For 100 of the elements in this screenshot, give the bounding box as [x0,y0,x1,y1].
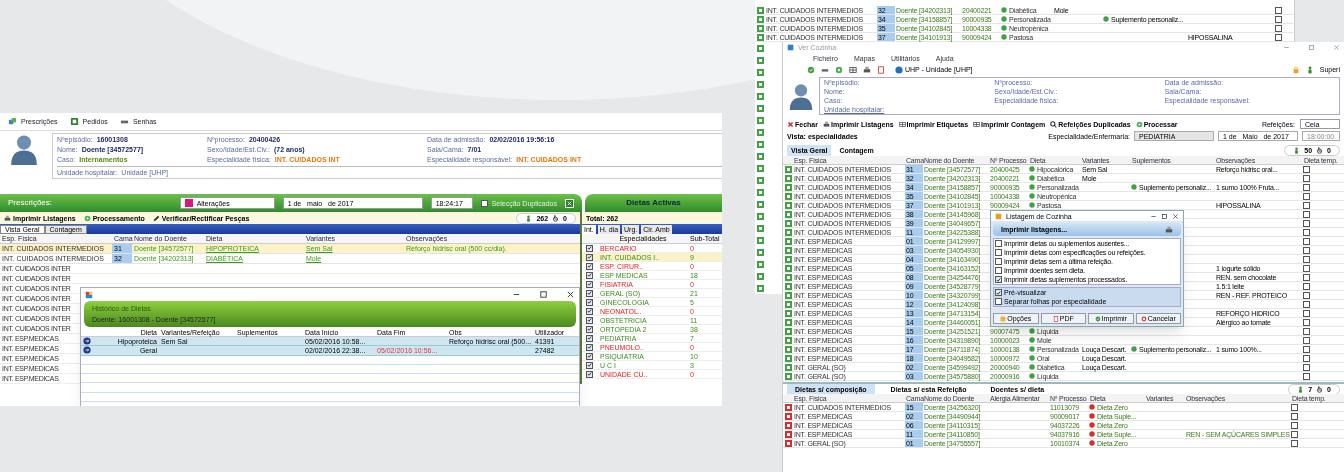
checkbox[interactable] [1303,327,1310,335]
printer-icon [822,120,830,128]
toolbar-button[interactable] [863,65,871,74]
checkbox[interactable] [995,240,1002,247]
checkbox[interactable] [1303,264,1310,272]
checkbox[interactable] [480,199,488,207]
status-dot-icon [1029,364,1035,370]
status-dot-icon [1089,422,1095,428]
status-dot-icon [1131,346,1137,352]
checkbox[interactable] [585,298,593,306]
status-dot-icon [1029,328,1035,334]
checkbox[interactable] [1291,403,1298,411]
status-dot-icon [1029,337,1035,343]
pills-icon [8,117,17,126]
checkbox[interactable] [585,316,593,324]
checkbox[interactable] [1303,273,1310,281]
checkbox[interactable] [995,258,1002,265]
status-dot-icon [1089,440,1095,446]
status-dot-icon [1089,413,1095,419]
printer-icon [4,214,11,222]
checkbox[interactable] [1303,219,1310,227]
checkbox[interactable] [1303,210,1310,218]
checkbox[interactable] [585,244,593,252]
person-icon [1297,385,1305,393]
checkbox[interactable] [1303,318,1310,326]
gear-icon [1135,120,1143,128]
person-icon [1293,146,1301,154]
maximize-icon [539,290,548,300]
checkbox[interactable] [585,325,593,333]
checkbox[interactable] [1303,228,1310,236]
toolbar-button[interactable] [877,65,885,74]
checkbox[interactable] [585,289,593,297]
checkbox[interactable] [1275,6,1282,14]
checkbox[interactable] [585,271,593,279]
checkbox[interactable] [1303,336,1310,344]
maximize-icon [1308,44,1315,51]
document-icon [1052,315,1059,322]
checkbox[interactable] [585,253,593,261]
checkbox[interactable] [995,298,1002,305]
app-icon [787,44,794,51]
checkbox[interactable] [995,276,1002,283]
person-silhouette [8,133,40,165]
checkbox[interactable] [1303,192,1310,200]
close-icon [1172,212,1179,220]
checkbox[interactable] [585,361,593,369]
check-icon [1094,315,1101,322]
checkbox[interactable] [1303,237,1310,245]
status-dot-icon [1029,175,1035,181]
checkbox[interactable] [1303,363,1310,371]
checkbox[interactable] [1303,372,1310,380]
checkbox[interactable] [1303,345,1310,353]
status-dot-icon [1089,404,1095,410]
checkbox[interactable] [1275,33,1282,41]
checkbox[interactable] [1303,255,1310,263]
checkbox[interactable] [1303,354,1310,362]
checkbox[interactable] [585,343,593,351]
checkbox[interactable] [1291,421,1298,429]
checkbox[interactable] [1291,430,1298,438]
checkbox[interactable] [585,370,593,378]
pencil-icon [152,214,160,222]
checkbox[interactable] [1303,300,1310,308]
app-icon [995,212,1002,220]
status-dot-icon [1029,373,1035,379]
checkbox[interactable] [1275,15,1282,23]
checkbox[interactable] [1303,165,1310,173]
gear-icon [83,214,91,222]
person-icon [1305,65,1314,74]
status-dot-icon [1029,166,1035,172]
checkbox[interactable] [585,262,593,270]
person-silhouette [787,82,815,110]
checkbox[interactable] [995,249,1002,256]
checkbox[interactable] [995,267,1002,274]
checkbox[interactable] [1303,201,1310,209]
section-title: Prescrições: [8,199,53,207]
checkbox[interactable] [995,289,1002,296]
checkbox[interactable] [1303,246,1310,254]
checkbox[interactable] [1291,439,1298,447]
checkbox[interactable] [1291,412,1298,420]
status-dot-icon [1029,193,1035,199]
status-dot-icon [1001,7,1007,13]
checkbox[interactable] [1303,309,1310,317]
person-icon [525,214,533,222]
cancel-icon [1140,315,1147,322]
checkbox[interactable] [585,280,593,288]
section-title: Dietas Activas [626,199,681,207]
checkbox[interactable] [1303,174,1310,182]
search-icon [1050,120,1058,128]
toolbar-button[interactable] [807,65,815,74]
checkbox[interactable] [585,334,593,342]
checkbox[interactable] [1303,282,1310,290]
checkbox[interactable] [585,352,593,360]
checkbox[interactable] [585,307,593,315]
status-dot-icon [1131,184,1137,190]
close-icon [1333,44,1340,51]
toolbar-button[interactable] [849,65,857,74]
minimize-icon [1283,44,1290,51]
check-icon [807,65,815,74]
checkbox[interactable] [1303,291,1310,299]
checkbox[interactable] [1303,183,1310,191]
checkbox[interactable] [1275,24,1282,32]
